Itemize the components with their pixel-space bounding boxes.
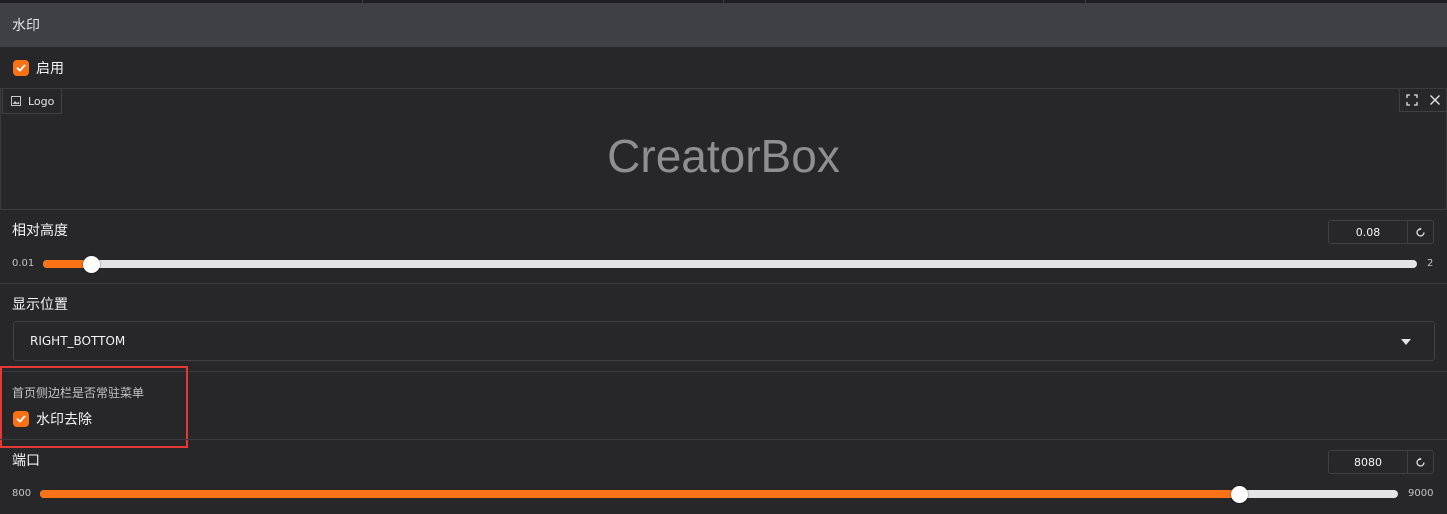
logo-preview-text: CreatorBox <box>607 130 840 182</box>
port-max: 9000 <box>1408 488 1434 499</box>
watermark-remove-checkbox[interactable] <box>13 411 29 427</box>
watermark-remove-label: 水印去除 <box>36 412 92 428</box>
port-label: 端口 <box>12 453 40 469</box>
position-dropdown[interactable]: RIGHT_BOTTOM <box>13 321 1435 361</box>
enable-row: 启用 <box>0 47 1447 89</box>
position-label: 显示位置 <box>12 297 68 313</box>
slider-fill <box>40 490 1239 498</box>
position-selected-value: RIGHT_BOTTOM <box>30 334 126 348</box>
fullscreen-icon <box>1405 94 1418 106</box>
section-title: 水印 <box>12 18 40 34</box>
enable-checkbox[interactable] <box>13 59 29 76</box>
reset-icon <box>1416 457 1425 467</box>
image-toolbar <box>1399 89 1446 112</box>
check-icon <box>16 415 26 423</box>
slider-thumb[interactable] <box>83 256 101 273</box>
sidebar-menu-label: 首页侧边栏是否常驻菜单 <box>12 386 145 400</box>
watermark-remove-row: 水印去除 <box>13 409 92 429</box>
relative-height-max: 2 <box>1427 258 1434 269</box>
image-tag: Logo <box>2 89 62 114</box>
relative-height-label: 相对高度 <box>12 223 68 239</box>
close-button[interactable] <box>1423 89 1446 111</box>
highlight-box <box>0 366 188 448</box>
slider-thumb[interactable] <box>1230 486 1248 503</box>
reset-button[interactable] <box>1408 221 1433 243</box>
logo-image-block: Logo CreatorBox <box>0 89 1447 210</box>
caret-down-icon <box>1401 339 1411 345</box>
divider <box>0 283 1447 284</box>
reset-button[interactable] <box>1408 451 1433 473</box>
port-input[interactable]: 8080 <box>1329 451 1408 473</box>
image-tag-label: Logo <box>28 94 55 108</box>
relative-height-min: 0.01 <box>12 258 35 269</box>
relative-height-input[interactable]: 0.08 <box>1329 221 1408 243</box>
close-icon <box>1429 95 1440 105</box>
image-icon <box>11 96 21 106</box>
relative-height-slider[interactable] <box>43 256 1417 273</box>
relative-height-input-group: 0.08 <box>1328 220 1434 244</box>
divider <box>0 371 1447 372</box>
port-input-group: 8080 <box>1328 450 1434 474</box>
port-min: 800 <box>12 488 32 499</box>
settings-panel: 水印 启用 Logo CreatorBox 相对高度 0.08 0.01 2 显… <box>0 0 1447 514</box>
reset-icon <box>1416 227 1425 237</box>
enable-label: 启用 <box>36 60 64 77</box>
accordion-header[interactable]: 水印 <box>0 3 1447 47</box>
divider <box>0 439 1447 440</box>
fullscreen-button[interactable] <box>1400 89 1423 111</box>
port-slider[interactable] <box>40 486 1398 503</box>
check-icon <box>16 64 26 71</box>
